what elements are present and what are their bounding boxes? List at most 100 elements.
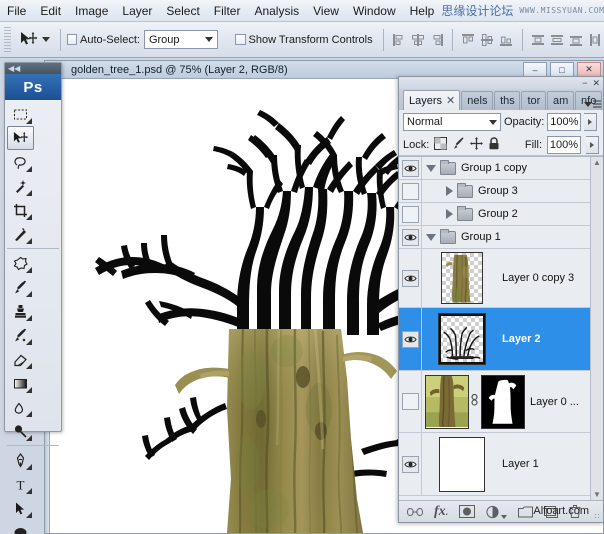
visibility-cell[interactable] [399,433,422,495]
panel-menu-icon[interactable] [584,100,601,108]
slice-tool-icon[interactable] [7,222,34,246]
layer-mask-thumbnail[interactable] [481,375,525,429]
align-vertical-centers-icon[interactable] [478,29,497,51]
link-mask-icon[interactable] [469,394,479,409]
lock-all-icon[interactable] [488,137,500,153]
type-tool-icon[interactable]: T [7,472,34,496]
tab-channels[interactable]: nels [461,91,493,110]
visibility-cell[interactable] [399,371,422,432]
new-group-icon[interactable] [518,506,533,518]
tab-layers[interactable]: Layers ✕ [403,90,460,110]
healing-brush-tool-icon[interactable] [7,251,34,275]
layer-style-fx-icon[interactable]: fx. [434,504,448,520]
dodge-tool-icon[interactable] [7,419,34,443]
minimize-panel-icon[interactable]: − [582,78,587,88]
disclosure-triangle-icon[interactable] [446,186,453,196]
opacity-input[interactable]: 100% [547,113,581,131]
eye-icon-hidden[interactable] [402,393,419,410]
lock-transparent-pixels-icon[interactable] [434,137,447,153]
magic-wand-tool-icon[interactable] [7,174,34,198]
scroll-up-icon[interactable]: ▲ [593,158,601,167]
layer-row-layer-0-copy-3[interactable]: Layer 0 copy 3 [399,249,592,308]
maximize-button[interactable]: □ [550,62,574,77]
lock-image-pixels-icon[interactable] [452,137,465,153]
disclosure-triangle-icon[interactable] [426,234,436,241]
new-adjustment-layer-icon[interactable] [486,505,507,519]
disclosure-triangle-icon[interactable] [446,209,453,219]
visibility-cell[interactable] [399,308,422,370]
align-right-edges-icon[interactable] [427,29,446,51]
eye-icon-hidden[interactable] [402,206,419,223]
brush-tool-icon[interactable] [7,275,34,299]
distribute-bottom-edges-icon[interactable] [566,29,585,51]
layer-thumbnail[interactable] [438,313,486,365]
visibility-cell[interactable] [399,203,422,225]
layer-row-group-3[interactable]: Group 3 [399,180,592,203]
eye-icon-hidden[interactable] [402,183,419,200]
layer-row-group-1[interactable]: Group 1 [399,226,592,249]
layers-scrollbar[interactable]: ▲ ▼ [590,157,603,500]
distribute-left-edges-icon[interactable] [585,29,604,51]
move-tool-icon[interactable] [7,126,34,150]
tool-preset-caret-icon[interactable] [42,37,50,42]
menu-filter[interactable]: Filter [207,2,248,20]
fill-slider-button[interactable] [586,136,599,154]
history-brush-tool-icon[interactable] [7,323,34,347]
menu-window[interactable]: Window [346,2,403,20]
layer-row-group-2[interactable]: Group 2 [399,203,592,226]
menu-help[interactable]: Help [403,2,442,20]
active-tool-preview[interactable] [15,27,54,53]
menu-layer[interactable]: Layer [115,2,159,20]
eye-icon[interactable] [402,160,419,177]
distribute-vertical-centers-icon[interactable] [547,29,566,51]
menu-file[interactable]: File [0,2,33,20]
opacity-slider-button[interactable] [584,113,597,131]
layers-panel-titlebar[interactable]: − ✕ [399,77,603,89]
layer-row-group-1-copy[interactable]: Group 1 copy [399,157,592,180]
pen-tool-icon[interactable] [7,448,34,472]
blur-tool-icon[interactable] [7,395,34,419]
show-transform-checkbox[interactable] [235,34,245,45]
eye-icon[interactable] [402,456,419,473]
tab-history[interactable]: tor [521,91,546,110]
align-bottom-edges-icon[interactable] [497,29,516,51]
layer-thumbnail[interactable] [439,437,485,492]
menu-image[interactable]: Image [68,2,115,20]
panel-resize-grip[interactable] [594,513,601,520]
close-button[interactable]: ✕ [577,62,601,77]
menu-edit[interactable]: Edit [33,2,68,20]
close-panel-icon[interactable]: ✕ [592,78,600,89]
layer-thumbnail[interactable] [425,375,469,429]
lock-position-icon[interactable] [470,137,483,153]
distribute-top-edges-icon[interactable] [529,29,548,51]
align-left-edges-icon[interactable] [390,29,409,51]
layer-row-layer-0[interactable]: Layer 0 ... [399,371,592,433]
minimize-button[interactable]: – [523,62,547,77]
blend-mode-dropdown[interactable]: Normal [403,113,501,131]
fill-input[interactable]: 100% [547,136,581,154]
auto-select-checkbox[interactable] [67,34,77,45]
menu-select[interactable]: Select [159,2,206,20]
clone-stamp-tool-icon[interactable] [7,299,34,323]
crop-tool-icon[interactable] [7,198,34,222]
layer-thumbnail[interactable] [441,252,483,304]
menu-view[interactable]: View [306,2,346,20]
link-layers-icon[interactable] [407,507,423,517]
gradient-tool-icon[interactable] [7,371,34,395]
layer-row-layer-1[interactable]: Layer 1 [399,433,592,496]
menu-analysis[interactable]: Analysis [247,2,306,20]
close-icon[interactable]: ✕ [446,94,455,107]
auto-select-dropdown[interactable]: Group [144,30,218,49]
eraser-tool-icon[interactable] [7,347,34,371]
visibility-cell[interactable] [399,157,422,179]
tab-paths[interactable]: ths [494,91,520,110]
align-top-edges-icon[interactable] [459,29,478,51]
visibility-cell[interactable] [399,180,422,202]
collapse-panel-icon[interactable]: ◀◀ [8,64,20,73]
path-selection-tool-icon[interactable] [7,496,34,520]
layer-row-layer-2[interactable]: Layer 2 [399,308,592,371]
visibility-cell[interactable] [399,226,422,248]
rectangular-marquee-tool-icon[interactable] [7,102,34,126]
add-layer-mask-icon[interactable] [459,505,475,518]
lasso-tool-icon[interactable] [7,150,34,174]
